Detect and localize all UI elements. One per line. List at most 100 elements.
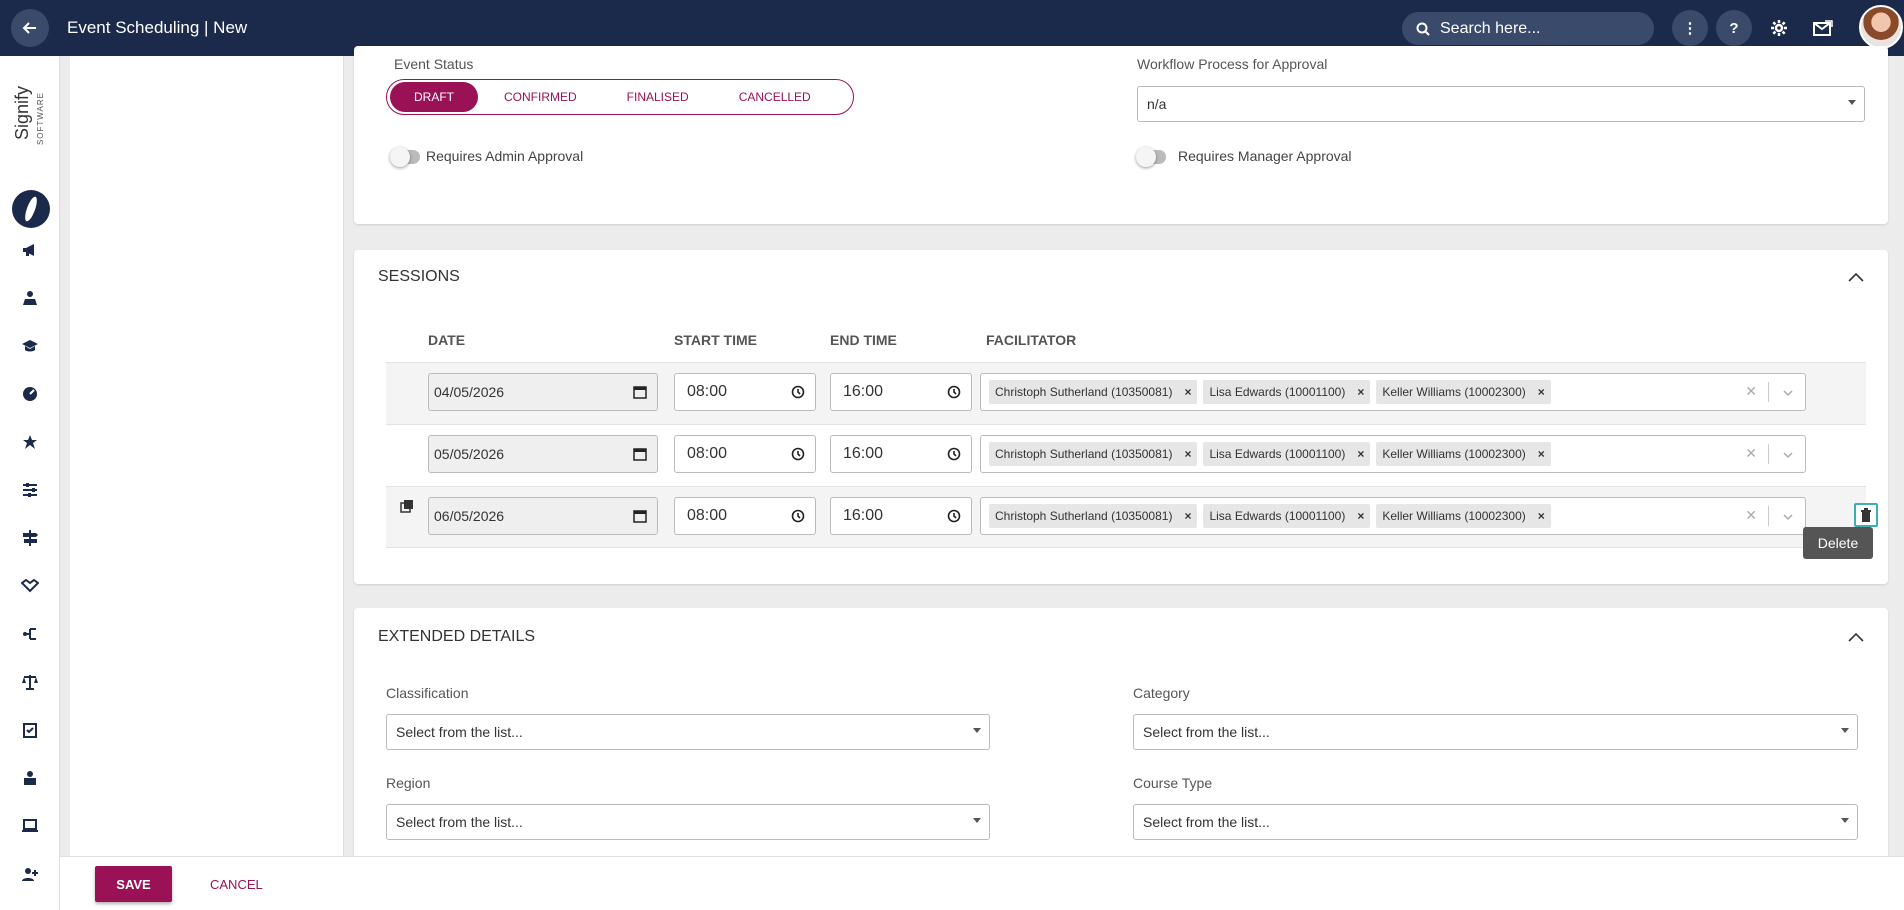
remove-chip-icon[interactable]: × — [1184, 385, 1191, 399]
add-user-icon[interactable] — [20, 864, 40, 884]
delete-tooltip: Delete — [1803, 527, 1873, 559]
status-finalised-button[interactable]: FINALISED — [603, 82, 713, 112]
category-value: Select from the list... — [1143, 724, 1270, 740]
chevron-up-icon[interactable] — [1848, 630, 1864, 646]
person-box-icon[interactable] — [20, 768, 40, 788]
messages-button[interactable] — [1809, 14, 1837, 42]
sitemap-icon[interactable] — [20, 624, 40, 644]
chevron-up-icon[interactable] — [1848, 270, 1864, 286]
copy-icon[interactable] — [400, 499, 414, 513]
start-time-input[interactable]: 08:00 — [674, 373, 816, 411]
chevron-down-icon[interactable] — [1783, 450, 1793, 460]
classification-select[interactable]: Select from the list... — [386, 714, 990, 750]
remove-chip-icon[interactable]: × — [1357, 385, 1364, 399]
remove-chip-icon[interactable]: × — [1184, 447, 1191, 461]
cancel-button[interactable]: CANCEL — [210, 866, 263, 902]
calendar-icon[interactable] — [633, 447, 647, 461]
graduation-cap-icon[interactable] — [20, 336, 40, 356]
left-icon-rail: Signify SOFTWARE — [0, 56, 60, 910]
facilitator-multiselect[interactable]: Christoph Sutherland (10350081) × Lisa Ed… — [980, 373, 1806, 411]
column-header-start-time: START TIME — [674, 332, 757, 348]
chevron-down-icon[interactable] — [1783, 512, 1793, 522]
facilitator-chip: Lisa Edwards (10001100) × — [1203, 504, 1371, 528]
delete-session-button[interactable] — [1854, 503, 1878, 527]
person-laptop-icon[interactable] — [20, 288, 40, 308]
end-time-input[interactable]: 16:00 — [830, 373, 972, 411]
facilitator-chip: Christoph Sutherland (10350081) × — [989, 442, 1198, 466]
course-type-label: Course Type — [1133, 775, 1213, 791]
workflow-select[interactable]: n/a — [1137, 86, 1865, 122]
start-time-input[interactable]: 08:00 — [674, 435, 816, 473]
facilitator-chip: Keller Williams (10002300) × — [1376, 380, 1551, 404]
remove-chip-icon[interactable]: × — [1357, 509, 1364, 523]
clock-icon[interactable] — [947, 509, 961, 523]
back-button[interactable] — [11, 9, 49, 47]
facilitator-multiselect[interactable]: Christoph Sutherland (10350081) × Lisa Ed… — [980, 497, 1806, 535]
signpost-icon[interactable] — [20, 528, 40, 548]
manager-approval-toggle[interactable] — [1136, 147, 1166, 167]
chip-label: Lisa Edwards (10001100) — [1209, 385, 1346, 399]
clock-icon[interactable] — [791, 385, 805, 399]
save-button[interactable]: SAVE — [95, 866, 172, 902]
logo-subtext: SOFTWARE — [36, 92, 45, 146]
category-select[interactable]: Select from the list... — [1133, 714, 1858, 750]
date-value: 04/05/2026 — [434, 384, 505, 400]
clock-icon[interactable] — [791, 509, 805, 523]
column-header-date: DATE — [428, 332, 466, 348]
end-time-input[interactable]: 16:00 — [830, 497, 972, 535]
separator — [1768, 444, 1769, 464]
status-draft-button[interactable]: DRAFT — [390, 82, 478, 112]
remove-chip-icon[interactable]: × — [1357, 447, 1364, 461]
date-input[interactable]: 06/05/2026 — [428, 497, 658, 535]
clear-all-icon[interactable]: ✕ — [1745, 507, 1757, 524]
sliders-icon[interactable] — [20, 480, 40, 500]
scales-icon[interactable] — [20, 672, 40, 692]
clear-all-icon[interactable]: ✕ — [1745, 383, 1757, 400]
status-cancelled-button[interactable]: CANCELLED — [715, 82, 835, 112]
start-time-input[interactable]: 08:00 — [674, 497, 816, 535]
settings-button[interactable] — [1765, 14, 1793, 42]
end-time-value: 16:00 — [843, 507, 884, 524]
facilitator-chip: Christoph Sutherland (10350081) × — [989, 504, 1198, 528]
remove-chip-icon[interactable]: × — [1538, 447, 1545, 461]
arrow-left-icon — [22, 22, 36, 34]
search-input[interactable]: Search here... — [1402, 12, 1654, 45]
clock-icon[interactable] — [947, 447, 961, 461]
remove-chip-icon[interactable]: × — [1184, 509, 1191, 523]
checklist-icon[interactable] — [20, 720, 40, 740]
calendar-icon[interactable] — [633, 385, 647, 399]
date-input[interactable]: 04/05/2026 — [428, 373, 658, 411]
status-confirmed-button[interactable]: CONFIRMED — [480, 82, 601, 112]
manager-approval-label: Requires Manager Approval — [1178, 148, 1352, 164]
megaphone-icon[interactable] — [20, 240, 40, 260]
more-rail-icon[interactable] — [20, 904, 40, 910]
category-label: Category — [1133, 685, 1190, 701]
trash-icon — [1861, 508, 1871, 522]
clock-icon[interactable] — [791, 447, 805, 461]
chip-label: Keller Williams (10002300) — [1382, 447, 1526, 461]
region-select[interactable]: Select from the list... — [386, 804, 990, 840]
remove-chip-icon[interactable]: × — [1538, 385, 1545, 399]
laptop-icon[interactable] — [20, 816, 40, 836]
dashboard-gauge-icon[interactable] — [20, 384, 40, 404]
help-button[interactable]: ? — [1716, 10, 1752, 46]
user-avatar[interactable] — [1859, 5, 1903, 49]
clock-icon[interactable] — [947, 385, 961, 399]
facilitator-chip: Keller Williams (10002300) × — [1376, 504, 1551, 528]
admin-approval-toggle[interactable] — [390, 147, 420, 167]
caret-down-icon — [973, 728, 981, 733]
course-type-select[interactable]: Select from the list... — [1133, 804, 1858, 840]
chevron-down-icon[interactable] — [1783, 388, 1793, 398]
extended-details-title: EXTENDED DETAILS — [378, 628, 536, 645]
handshake-icon[interactable] — [20, 576, 40, 596]
remove-chip-icon[interactable]: × — [1538, 509, 1545, 523]
clear-all-icon[interactable]: ✕ — [1745, 445, 1757, 462]
date-input[interactable]: 05/05/2026 — [428, 435, 658, 473]
classification-label: Classification — [386, 685, 469, 701]
star-icon[interactable] — [20, 432, 40, 452]
region-value: Select from the list... — [396, 814, 523, 830]
more-options-button[interactable]: ⋮ — [1672, 10, 1708, 46]
end-time-input[interactable]: 16:00 — [830, 435, 972, 473]
calendar-icon[interactable] — [633, 509, 647, 523]
facilitator-multiselect[interactable]: Christoph Sutherland (10350081) × Lisa Ed… — [980, 435, 1806, 473]
